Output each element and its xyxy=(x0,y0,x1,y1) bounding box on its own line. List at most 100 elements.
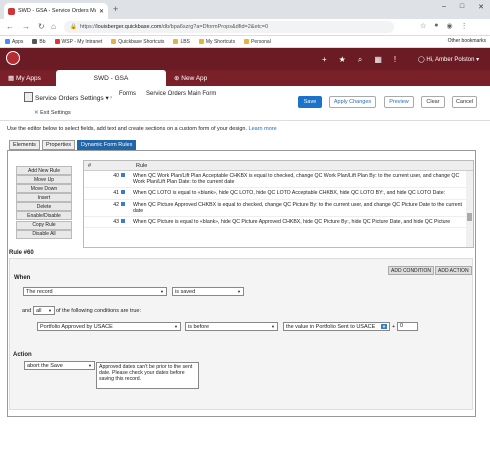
header-icons: + ★ ⌕ ▦ ! xyxy=(322,55,396,65)
url-text: https://louisberger.quickbase.com/db/bpa… xyxy=(79,24,269,30)
chevron-down-icon: ▼ xyxy=(48,308,52,313)
table-scrollbar[interactable] xyxy=(466,171,473,247)
enable-disable-button[interactable]: Enable/Disable xyxy=(16,211,72,221)
add-icon[interactable]: + xyxy=(322,55,327,65)
minimize-icon[interactable]: – xyxy=(442,3,446,11)
form-tabs: Elements Properties Dynamic Form Rules xyxy=(9,140,137,150)
tab-close-icon[interactable]: ✕ xyxy=(99,8,104,15)
rule-text: When QC Work Plan/Lift Plan Acceptable C… xyxy=(133,173,460,186)
copy-rule-button[interactable]: Copy Rule xyxy=(16,220,72,230)
apps-grid-icon: ▦ xyxy=(8,75,16,82)
help-icon[interactable]: ! xyxy=(394,55,396,65)
disable-all-button[interactable]: Disable All xyxy=(16,229,72,239)
extension-icon[interactable]: ● xyxy=(434,22,438,30)
condition-operator-select[interactable]: is before ▼ xyxy=(185,322,278,331)
add-action-button[interactable]: ADD ACTION xyxy=(435,266,472,275)
tab-properties[interactable]: Properties xyxy=(41,140,76,150)
rule-status-icon xyxy=(121,219,125,224)
maximize-icon[interactable]: □ xyxy=(460,3,464,11)
rules-table: # Rule 40 When QC Work Plan/Lift Plan Acc… xyxy=(83,160,474,248)
action-label: Action xyxy=(13,352,32,358)
new-app-link[interactable]: ⊕ New App xyxy=(174,74,207,82)
bookmark-quickbase[interactable]: Quickbase Shortcuts xyxy=(111,39,164,45)
app-tab-swd-gsa[interactable]: SWD - GSA xyxy=(56,70,166,86)
bookmark-lbs[interactable]: LBS xyxy=(173,39,190,45)
move-down-button[interactable]: Move Down xyxy=(16,184,72,194)
insert-button[interactable]: Insert xyxy=(16,193,72,203)
table-row[interactable]: 40 When QC Work Plan/Lift Plan Acceptable… xyxy=(84,171,473,189)
profile-icon[interactable]: ◉ xyxy=(447,22,453,30)
table-row[interactable]: 42 When QC Picture Approved CHKBX is equa… xyxy=(84,200,473,218)
reload-icon[interactable]: ↻ xyxy=(38,22,45,31)
bookmark-myshortcuts[interactable]: My Shortcuts xyxy=(198,39,235,45)
new-tab-button[interactable]: + xyxy=(113,4,118,14)
url-field[interactable]: 🔒 https://louisberger.quickbase.com/db/b… xyxy=(64,21,394,33)
rule-text: When QC LOTO is equal to «blank», hide Q… xyxy=(133,190,446,197)
tab-dynamic-form-rules[interactable]: Dynamic Form Rules xyxy=(77,140,137,150)
column-header-rule: Rule xyxy=(136,162,148,169)
table-row[interactable]: 41 When QC LOTO is equal to «blank», hide… xyxy=(84,188,473,200)
favorites-star-icon[interactable]: ★ xyxy=(339,55,346,65)
star-icon[interactable]: ☆ xyxy=(420,22,426,30)
add-new-rule-button[interactable]: Add New Rule xyxy=(16,166,72,175)
breadcrumb-separator: › xyxy=(110,94,113,101)
browser-tab-title: SWD - GSA - Service Orders Main xyxy=(18,8,96,14)
other-bookmarks[interactable]: Other bookmarks xyxy=(448,38,486,44)
tab-elements[interactable]: Elements xyxy=(9,140,40,150)
action-select[interactable]: abort the Save ▼ xyxy=(24,361,95,370)
condition-value-select[interactable]: the value in Portfolio Sent to USACE ▼ xyxy=(283,322,390,331)
move-up-button[interactable]: Move Up xyxy=(16,175,72,185)
quickbase-favicon-icon xyxy=(8,7,15,15)
rule-number: 43 xyxy=(84,217,128,227)
search-icon[interactable]: ⌕ xyxy=(358,55,362,65)
event-select[interactable]: is saved ▼ xyxy=(172,287,244,296)
rule-editor xyxy=(9,258,473,410)
table-row[interactable]: 43 When QC Picture is equal to «blank», h… xyxy=(84,217,473,229)
all-any-select[interactable]: all ▼ xyxy=(33,306,55,315)
back-icon[interactable]: ← xyxy=(6,22,14,31)
table-scroll-thumb[interactable] xyxy=(467,213,472,221)
home-icon[interactable]: ⌂ xyxy=(51,22,56,31)
rule-status-icon xyxy=(121,190,125,195)
breadcrumb-table-settings[interactable]: Service Orders Settings ▾ xyxy=(35,94,109,102)
rule-status-icon xyxy=(121,201,125,206)
bookmark-personal[interactable]: Personal xyxy=(244,39,271,45)
column-header-number: # xyxy=(88,162,92,169)
app-header xyxy=(0,48,490,70)
rule-text: When QC Picture is equal to «blank», hid… xyxy=(133,219,451,226)
table-icon xyxy=(24,92,33,102)
rule-title: Rule #60 xyxy=(9,250,34,256)
plus-label: + xyxy=(392,324,396,330)
rule-number: 40 xyxy=(84,171,128,187)
record-select[interactable]: The record ▼ xyxy=(23,287,167,296)
exit-settings-link[interactable]: ✕ Exit Settings xyxy=(34,110,71,116)
preview-button[interactable]: Preview xyxy=(384,96,414,108)
add-condition-button[interactable]: ADD CONDITION xyxy=(388,266,434,275)
close-window-icon[interactable]: ✕ xyxy=(478,3,484,11)
menu-icon[interactable]: ⋮ xyxy=(461,22,468,30)
browser-tab[interactable]: SWD - GSA - Service Orders Main ✕ xyxy=(4,3,108,19)
bookmark-bb[interactable]: Bb xyxy=(32,39,46,45)
bookmark-apps[interactable]: Apps xyxy=(5,39,23,45)
cancel-button[interactable]: Cancel xyxy=(452,96,477,108)
delete-button[interactable]: Delete xyxy=(16,202,72,212)
save-button[interactable]: Save xyxy=(298,96,322,108)
breadcrumb-forms[interactable]: Forms xyxy=(119,91,136,97)
grid-icon[interactable]: ▦ xyxy=(374,55,382,65)
chevron-down-icon: ▼ xyxy=(381,324,387,329)
and-label: and xyxy=(22,308,32,314)
rule-buttons: Add New Rule Move Up Move Down Insert De… xyxy=(16,166,72,239)
apply-changes-button[interactable]: Apply Changes xyxy=(329,96,376,108)
conditions-text: of the following conditions are true: xyxy=(56,308,141,314)
condition-field-select[interactable]: Portfolio Approved by USACE ▼ xyxy=(37,322,181,331)
learn-more-link[interactable]: Learn more xyxy=(249,126,277,132)
window-controls: – □ ✕ xyxy=(442,3,484,11)
clear-button[interactable]: Clear xyxy=(421,96,445,108)
forward-icon[interactable]: → xyxy=(22,22,30,31)
offset-number-input[interactable]: 0 xyxy=(397,322,418,331)
my-apps-link[interactable]: ▦ My Apps xyxy=(8,74,41,82)
quickbase-logo[interactable] xyxy=(6,51,20,65)
abort-message-textarea[interactable]: Approved dates can't be prior to the sen… xyxy=(96,362,199,389)
bookmark-wsp[interactable]: WSP - My Intranet xyxy=(54,39,102,45)
user-menu[interactable]: ◯ Hi, Amber Polston ▾ xyxy=(418,56,479,63)
